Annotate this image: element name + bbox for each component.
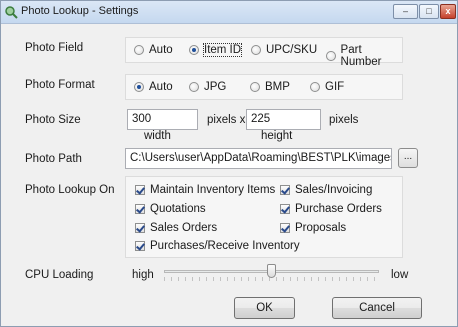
photo-format-auto-radio[interactable]: Auto [134,81,173,93]
photo-field-upc-sku-radio[interactable]: UPC/SKU [251,44,317,56]
title-bar: Photo Lookup - Settings – □ x [1,1,457,24]
radio-label: Part Number [340,44,382,68]
radio-button-icon [250,82,260,92]
radio-label: UPC/SKU [266,44,318,56]
checkbox-label: Maintain Inventory Items [150,184,276,196]
maintain-inventory-checkbox[interactable]: Maintain Inventory Items [135,184,275,196]
checkbox-icon [135,241,145,251]
photo-lookup-on-group: Maintain Inventory Items Sales/Invoicing… [125,176,403,258]
radio-button-icon [189,45,199,55]
radio-button-icon [189,82,199,92]
checkbox-icon [135,204,145,214]
width-caption: width [144,130,171,142]
checkbox-icon [280,185,290,195]
checkbox-label: Purchases/Receive Inventory [150,240,300,252]
quotations-checkbox[interactable]: Quotations [135,203,206,215]
checkbox-icon [135,223,145,233]
photo-path-label: Photo Path [25,153,82,165]
close-button[interactable]: x [440,4,456,19]
browse-button[interactable]: ... [398,148,418,168]
photo-field-label: Photo Field [25,42,84,54]
photo-lookup-on-label: Photo Lookup On [25,184,115,196]
cpu-loading-slider-thumb[interactable] [267,264,276,278]
checkbox-label: Sales/Invoicing [295,184,373,196]
checkbox-label: Proposals [295,222,347,234]
photo-field-part-number-radio[interactable]: Part Number [326,44,402,68]
photo-lookup-icon [5,6,18,19]
purchases-receive-inventory-checkbox[interactable]: Purchases/Receive Inventory [135,240,300,252]
checkbox-icon [280,223,290,233]
photo-field-group: Auto Item ID UPC/SKU Part Number [125,37,403,68]
cpu-low-label: low [391,269,409,281]
sales-invoicing-checkbox[interactable]: Sales/Invoicing [280,184,372,196]
sales-orders-checkbox[interactable]: Sales Orders [135,222,217,234]
photo-format-jpg-radio[interactable]: JPG [189,81,226,93]
checkbox-label: Sales Orders [150,222,218,234]
width-unit-text: pixels x [207,114,246,126]
photo-format-label: Photo Format [25,79,95,91]
cpu-loading-label: CPU Loading [25,269,94,281]
radio-label: BMP [265,81,290,93]
cpu-high-label: high [132,269,154,281]
photo-width-input[interactable]: 300 [127,109,198,130]
purchase-orders-checkbox[interactable]: Purchase Orders [280,203,382,215]
window-title: Photo Lookup - Settings [21,5,139,17]
cancel-button[interactable]: Cancel [332,297,422,319]
radio-label: Item ID [202,43,243,57]
radio-label: Auto [149,44,173,56]
photo-path-input[interactable]: C:\Users\user\AppData\Roaming\BEST\PLK\i… [125,148,392,169]
proposals-checkbox[interactable]: Proposals [280,222,346,234]
radio-label: Auto [149,81,173,93]
radio-button-icon [251,45,261,55]
photo-format-gif-radio[interactable]: GIF [310,81,344,93]
height-unit-text: pixels [329,114,359,126]
radio-button-icon [134,82,144,92]
radio-label: JPG [204,81,227,93]
radio-button-icon [310,82,320,92]
checkbox-icon [280,204,290,214]
photo-format-group: Auto JPG BMP GIF [125,74,403,100]
settings-window: Photo Lookup - Settings – □ x Photo Fiel… [0,0,458,327]
height-caption: height [261,130,293,142]
radio-button-icon [134,45,144,55]
radio-label: GIF [325,81,345,93]
ok-button[interactable]: OK [234,297,295,319]
photo-field-auto-radio[interactable]: Auto [134,44,173,56]
minimize-button[interactable]: – [393,4,418,19]
photo-format-bmp-radio[interactable]: BMP [250,81,290,93]
checkbox-icon [135,185,145,195]
checkbox-label: Quotations [150,203,206,215]
photo-size-label: Photo Size [25,114,81,126]
checkbox-label: Purchase Orders [295,203,382,215]
photo-field-item-id-radio[interactable]: Item ID [189,43,243,57]
maximize-button[interactable]: □ [419,4,439,19]
photo-height-input[interactable]: 225 [246,109,321,130]
radio-button-icon [326,51,336,61]
